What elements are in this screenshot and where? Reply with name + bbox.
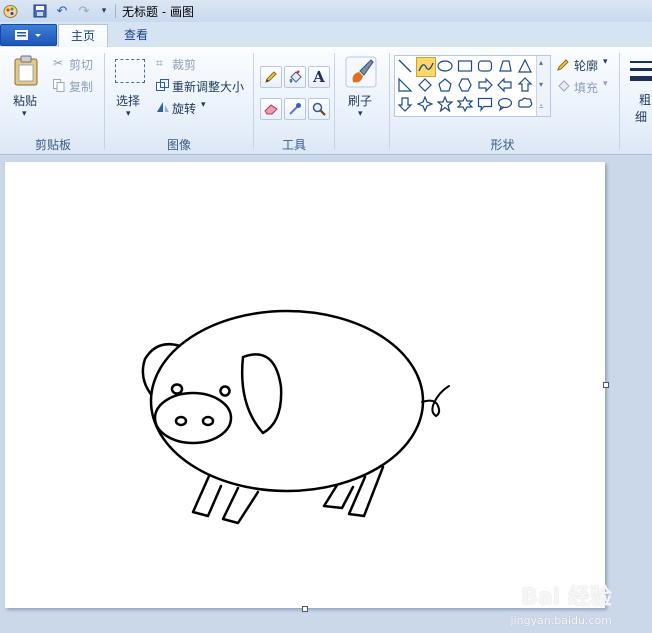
- ribbon: 粘贴 ▾ ✂ 剪切 复制 剪贴板 选择 ▾ ⌗ 裁剪 重新调整大小 旋转 ▾ 图…: [0, 47, 652, 155]
- color-picker-icon[interactable]: [284, 98, 306, 120]
- paste-button[interactable]: 粘贴: [13, 92, 37, 109]
- up-arrow-shape-icon[interactable]: [516, 76, 534, 94]
- tab-home[interactable]: 主页: [58, 24, 109, 48]
- magnifier-icon[interactable]: [308, 98, 330, 120]
- redo-icon[interactable]: ↷: [76, 3, 92, 19]
- rotate-button[interactable]: 旋转: [172, 100, 196, 117]
- crop-icon[interactable]: ⌗: [156, 56, 163, 71]
- select-dropdown-icon[interactable]: ▾: [126, 109, 131, 119]
- fill-button[interactable]: 填充: [574, 79, 598, 96]
- rotate-icon[interactable]: [156, 101, 170, 116]
- text-tool-icon[interactable]: A: [308, 66, 330, 88]
- pig-snout: [153, 391, 233, 445]
- canvas-resize-handle-bottom[interactable]: [302, 606, 308, 612]
- oval-shape-icon[interactable]: [436, 57, 454, 75]
- fill-dropdown-icon[interactable]: ▾: [603, 79, 608, 89]
- group-label-image: 图像: [166, 138, 191, 152]
- customize-toolbar-chevron-icon[interactable]: ▾: [96, 3, 112, 19]
- watermark-url: jingyan.baidu.com: [510, 614, 612, 627]
- rect-callout-shape-icon[interactable]: [476, 95, 494, 113]
- window-title: 无标题 - 画图: [122, 5, 194, 19]
- group-divider: [104, 53, 105, 149]
- brushes-dropdown-icon[interactable]: ▾: [358, 109, 363, 119]
- outline-button[interactable]: 轮廓: [574, 57, 598, 74]
- curve-shape-icon[interactable]: [416, 57, 436, 77]
- pig-tail: [421, 385, 450, 417]
- pencil-icon[interactable]: [260, 66, 282, 88]
- rectangle-shape-icon[interactable]: [456, 57, 474, 75]
- down-arrow-shape-icon[interactable]: [396, 95, 414, 113]
- six-point-star-shape-icon[interactable]: [456, 95, 474, 113]
- title-divider: [115, 4, 116, 18]
- triangle-shape-icon[interactable]: [516, 57, 534, 75]
- pig-drawing: [141, 309, 450, 525]
- pig-leg-front-right: [221, 486, 260, 525]
- rotate-dropdown-icon[interactable]: ▾: [201, 100, 206, 110]
- paste-dropdown-icon[interactable]: ▾: [22, 109, 27, 119]
- group-label-shapes: 形状: [490, 138, 515, 152]
- cloud-callout-shape-icon[interactable]: [516, 95, 534, 113]
- paint-app-icon[interactable]: [2, 3, 18, 19]
- shapes-scrollbar[interactable]: ▴ ▾ ⩡: [536, 56, 550, 116]
- right-triangle-shape-icon[interactable]: [396, 76, 414, 94]
- title-bar: ↶ ↷ ▾ 无标题 - 画图: [0, 0, 652, 23]
- group-label-tools: 工具: [281, 138, 306, 152]
- left-arrow-shape-icon[interactable]: [496, 76, 514, 94]
- scroll-up-icon[interactable]: ▴: [539, 58, 543, 67]
- application-menu-button[interactable]: [0, 24, 57, 46]
- paste-icon[interactable]: [13, 55, 41, 90]
- shapes-expand-icon[interactable]: ⩡: [539, 102, 544, 112]
- five-point-star-shape-icon[interactable]: [436, 95, 454, 113]
- shapes-gallery: ▴ ▾ ⩡: [394, 55, 551, 117]
- oval-callout-shape-icon[interactable]: [496, 95, 514, 113]
- pentagon-shape-icon[interactable]: [436, 76, 454, 94]
- pig-leg-front-left: [191, 474, 223, 518]
- group-divider: [334, 53, 335, 149]
- select-button[interactable]: 选择: [116, 92, 140, 109]
- diamond-shape-icon[interactable]: [416, 76, 434, 94]
- eraser-icon[interactable]: [260, 98, 282, 120]
- undo-icon[interactable]: ↶: [54, 3, 70, 19]
- group-divider: [619, 53, 620, 149]
- resize-button[interactable]: 重新调整大小: [172, 78, 244, 95]
- save-icon[interactable]: [32, 3, 48, 19]
- size-icon[interactable]: [630, 59, 652, 88]
- outline-dropdown-icon[interactable]: ▾: [603, 57, 608, 67]
- canvas-resize-handle-right[interactable]: [603, 382, 609, 388]
- brushes-button[interactable]: 刷子: [348, 92, 372, 109]
- scroll-down-icon[interactable]: ▾: [539, 80, 543, 89]
- cut-icon[interactable]: ✂: [53, 56, 63, 70]
- fill-icon[interactable]: [556, 79, 571, 97]
- four-point-star-shape-icon[interactable]: [416, 95, 434, 113]
- group-label-clipboard: 剪贴板: [34, 138, 71, 152]
- group-divider: [389, 53, 390, 149]
- outline-icon[interactable]: [556, 58, 571, 75]
- watermark-brand: Bai 经验: [521, 585, 612, 610]
- size-button-line2[interactable]: 细: [635, 108, 647, 125]
- copy-icon[interactable]: [53, 79, 65, 95]
- drawing-canvas[interactable]: [5, 162, 609, 612]
- copy-button[interactable]: 复制: [69, 78, 93, 95]
- resize-icon[interactable]: [156, 79, 169, 94]
- crop-button[interactable]: 裁剪: [172, 56, 196, 73]
- cut-button[interactable]: 剪切: [69, 56, 93, 73]
- group-divider: [253, 53, 254, 149]
- tab-view[interactable]: 查看: [112, 24, 160, 46]
- size-button-line1[interactable]: 粗: [639, 91, 651, 108]
- line-shape-icon[interactable]: [396, 57, 414, 75]
- brush-icon[interactable]: [345, 56, 377, 91]
- hexagon-shape-icon[interactable]: [456, 76, 474, 94]
- fill-bucket-icon[interactable]: [284, 66, 306, 88]
- rounded-rectangle-shape-icon[interactable]: [476, 57, 494, 75]
- polygon-shape-icon[interactable]: [496, 57, 514, 75]
- right-arrow-shape-icon[interactable]: [476, 76, 494, 94]
- select-icon[interactable]: [115, 59, 145, 83]
